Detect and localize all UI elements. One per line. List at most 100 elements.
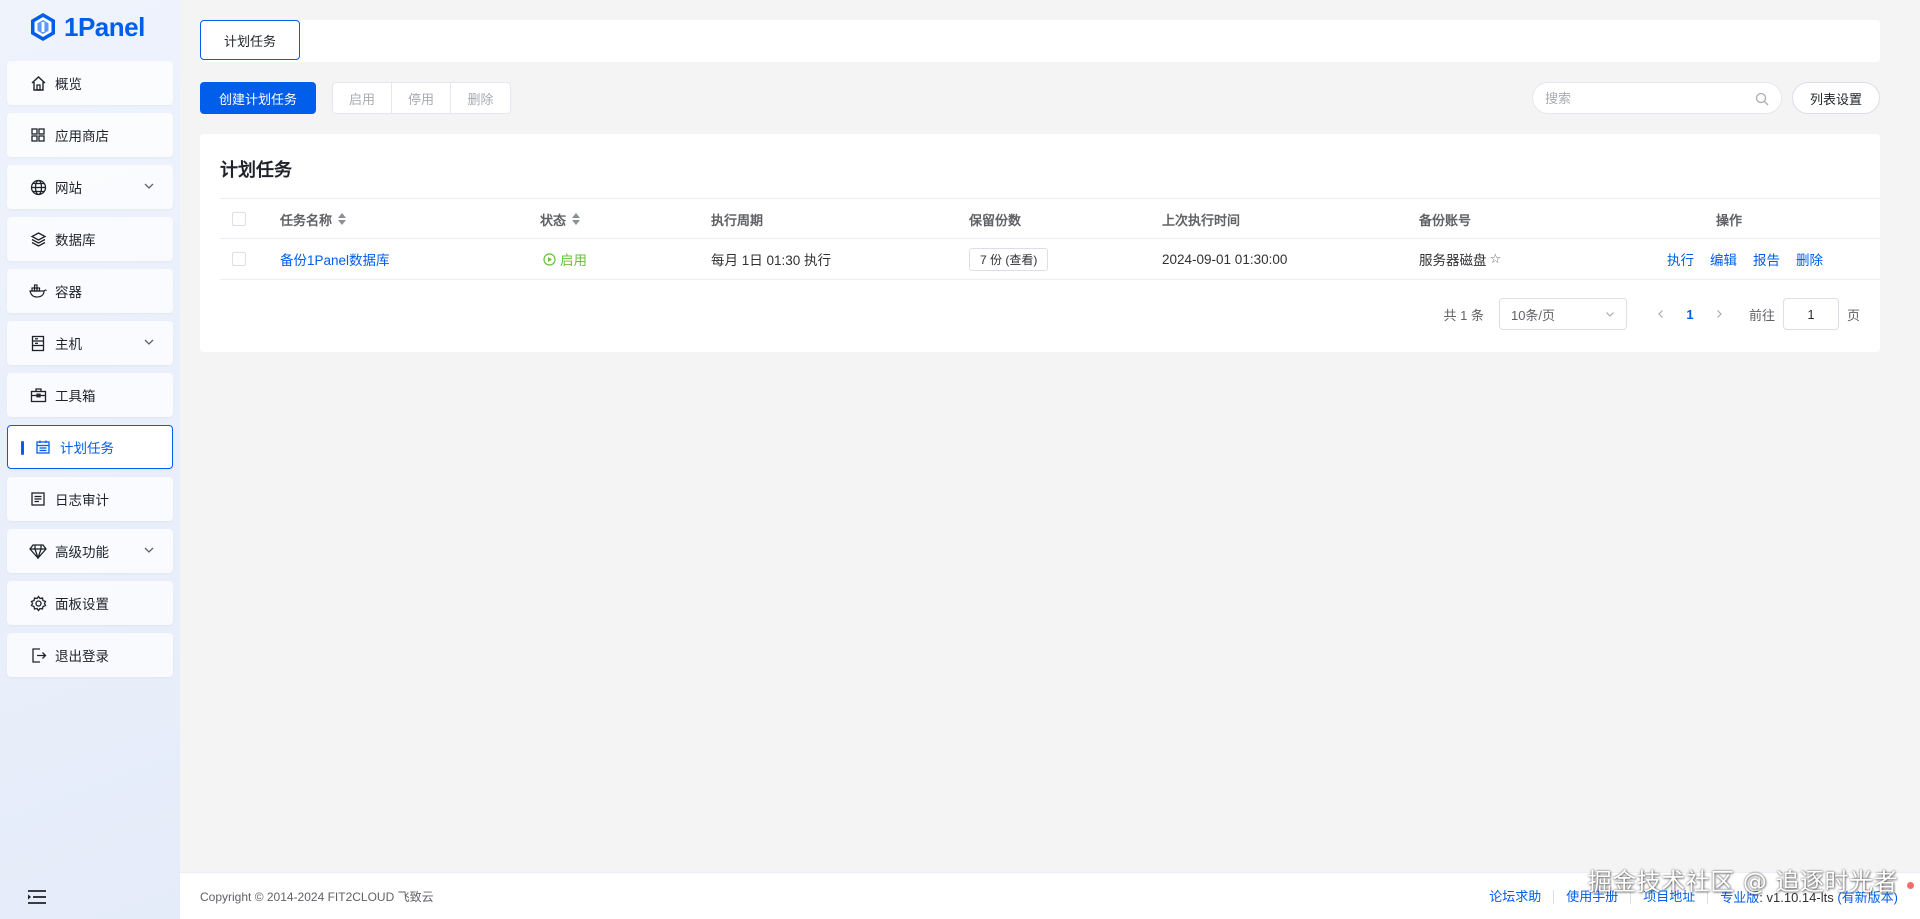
chevron-right-icon xyxy=(1717,310,1722,318)
cronjob-table: 任务名称 状态 执行周期 保留份数 上次执行时间 备份账号 操作 备份1Pane… xyxy=(220,198,1880,280)
collapse-menu-icon[interactable] xyxy=(27,889,47,905)
column-header-ops: 操作 xyxy=(1716,199,1742,239)
chevron-down-icon[interactable] xyxy=(143,336,155,348)
diamond-icon xyxy=(29,542,47,560)
row-select-cell xyxy=(232,239,246,279)
edit-button[interactable]: 编辑 xyxy=(1710,249,1737,269)
sidebar-item-overview[interactable]: 概览 xyxy=(7,61,173,105)
sidebar-item-label: 退出登录 xyxy=(55,649,109,664)
sidebar-item-panel-settings[interactable]: 面板设置 xyxy=(7,581,173,625)
page-suffix: 页 xyxy=(1846,307,1860,323)
sidebar-item-label: 应用商店 xyxy=(55,129,109,144)
server-icon xyxy=(29,334,47,352)
sidebar-item-label: 面板设置 xyxy=(55,597,109,612)
play-circle-icon xyxy=(543,252,556,266)
sidebar-item-advanced[interactable]: 高级功能 xyxy=(7,529,173,573)
table-row: 备份1Panel数据库 启用 每月 1日 01:30 执行 7 份 (查看) 2… xyxy=(220,239,1880,280)
sort-icon[interactable] xyxy=(338,213,347,225)
retain-records-button[interactable]: 7 份 (查看) xyxy=(969,247,1049,271)
sidebar-item-container[interactable]: 容器 xyxy=(7,269,173,313)
column-header-last-run: 上次执行时间 xyxy=(1162,199,1240,239)
watermark: 掘金技术社区 @ 追逐时光者 xyxy=(1587,868,1898,896)
notification-dot xyxy=(1907,882,1914,889)
page-number-current[interactable]: 1 xyxy=(1675,307,1705,322)
column-label: 保留份数 xyxy=(969,212,1022,228)
chevron-down-icon[interactable] xyxy=(143,180,155,192)
logo-icon xyxy=(31,13,55,41)
column-header-status[interactable]: 状态 xyxy=(540,199,581,239)
sidebar-item-host[interactable]: 主机 xyxy=(7,321,173,365)
sidebar-item-database[interactable]: 数据库 xyxy=(7,217,173,261)
backup-account-cell: 服务器磁盘 ☆ xyxy=(1419,239,1501,279)
tab-cronjob[interactable]: 计划任务 xyxy=(200,20,300,60)
star-icon[interactable]: ☆ xyxy=(1490,251,1502,267)
sidebar-item-label: 容器 xyxy=(55,285,82,300)
table-header: 任务名称 状态 执行周期 保留份数 上次执行时间 备份账号 操作 xyxy=(220,198,1880,239)
forum-link[interactable]: 论坛求助 xyxy=(1477,889,1555,904)
sidebar-item-toolbox[interactable]: 工具箱 xyxy=(7,373,173,417)
sidebar-item-cronjob[interactable]: 计划任务 xyxy=(7,425,173,469)
report-button[interactable]: 报告 xyxy=(1753,249,1780,269)
enable-button[interactable]: 启用 xyxy=(333,83,392,113)
task-name-link[interactable]: 备份1Panel数据库 xyxy=(280,239,390,279)
grid-icon xyxy=(29,126,47,144)
search-input[interactable] xyxy=(1545,90,1745,106)
create-cronjob-button[interactable]: 创建计划任务 xyxy=(200,82,316,114)
sidebar-item-label: 日志审计 xyxy=(55,493,109,508)
docker-icon xyxy=(29,282,47,300)
search-box xyxy=(1532,82,1782,114)
list-settings-button[interactable]: 列表设置 xyxy=(1792,82,1880,114)
search-icon[interactable] xyxy=(1755,92,1769,106)
sidebar-item-label: 概览 xyxy=(55,77,82,92)
card-title: 计划任务 xyxy=(220,160,292,180)
column-header-cycle: 执行周期 xyxy=(711,199,763,239)
run-button[interactable]: 执行 xyxy=(1667,249,1694,269)
sidebar-item-app-store[interactable]: 应用商店 xyxy=(7,113,173,157)
column-label: 状态 xyxy=(540,212,567,228)
prev-page-button[interactable] xyxy=(1647,309,1675,319)
select-all-checkbox[interactable] xyxy=(232,212,246,226)
sort-icon[interactable] xyxy=(572,213,581,225)
sidebar-item-website[interactable]: 网站 xyxy=(7,165,173,209)
delete-button[interactable]: 删除 xyxy=(1796,249,1823,269)
last-run-time: 2024-09-01 01:30:00 xyxy=(1162,251,1288,267)
sidebar-item-label: 工具箱 xyxy=(55,389,96,404)
column-label: 上次执行时间 xyxy=(1162,212,1241,228)
logo[interactable]: 1Panel xyxy=(0,0,180,54)
logout-icon xyxy=(29,646,47,664)
home-icon xyxy=(29,74,47,92)
row-actions: 执行 编辑 报告 删除 xyxy=(1667,239,1839,279)
gear-icon xyxy=(29,594,47,612)
sidebar-item-label: 主机 xyxy=(55,337,82,352)
sidebar-item-label: 计划任务 xyxy=(60,441,114,456)
toolbar: 创建计划任务 启用 停用 删除 列表设置 xyxy=(200,82,1880,114)
chevron-down-icon[interactable] xyxy=(143,544,155,556)
pagination-total: 共 1 条 xyxy=(1443,307,1484,323)
copyright: Copyright © 2014-2024 FIT2CLOUD 飞致云 xyxy=(200,889,434,904)
column-label: 任务名称 xyxy=(280,212,333,228)
sidebar-item-logout[interactable]: 退出登录 xyxy=(7,633,173,677)
status-toggle[interactable]: 启用 xyxy=(543,239,587,279)
status-label: 启用 xyxy=(560,253,587,268)
layers-icon xyxy=(29,230,47,248)
column-header-name[interactable]: 任务名称 xyxy=(280,199,347,239)
page-size-select[interactable]: 10条/页 xyxy=(1498,298,1627,330)
column-label: 操作 xyxy=(1716,212,1743,228)
goto-page-input[interactable]: 1 xyxy=(1782,298,1839,330)
backup-account: 服务器磁盘 xyxy=(1419,253,1487,268)
next-page-button[interactable] xyxy=(1705,309,1733,319)
goto-label: 前往 xyxy=(1748,307,1775,323)
column-label: 备份账号 xyxy=(1419,212,1472,228)
main-content: 计划任务 创建计划任务 启用 停用 删除 列表设置 计划任务 任务名称 状态 执… xyxy=(180,0,1920,919)
batch-action-group: 启用 停用 删除 xyxy=(332,82,511,114)
cycle-text: 每月 1日 01:30 执行 xyxy=(711,253,832,268)
disable-button[interactable]: 停用 xyxy=(392,83,451,113)
toolbox-icon xyxy=(29,386,47,404)
retain-cell: 7 份 (查看) xyxy=(969,239,1049,279)
sidebar-item-log-audit[interactable]: 日志审计 xyxy=(7,477,173,521)
row-checkbox[interactable] xyxy=(232,252,246,266)
chevron-left-icon xyxy=(1658,310,1663,318)
batch-delete-button[interactable]: 删除 xyxy=(451,83,510,113)
page-size-value: 10条/页 xyxy=(1510,307,1556,323)
select-all-cell xyxy=(232,199,246,239)
